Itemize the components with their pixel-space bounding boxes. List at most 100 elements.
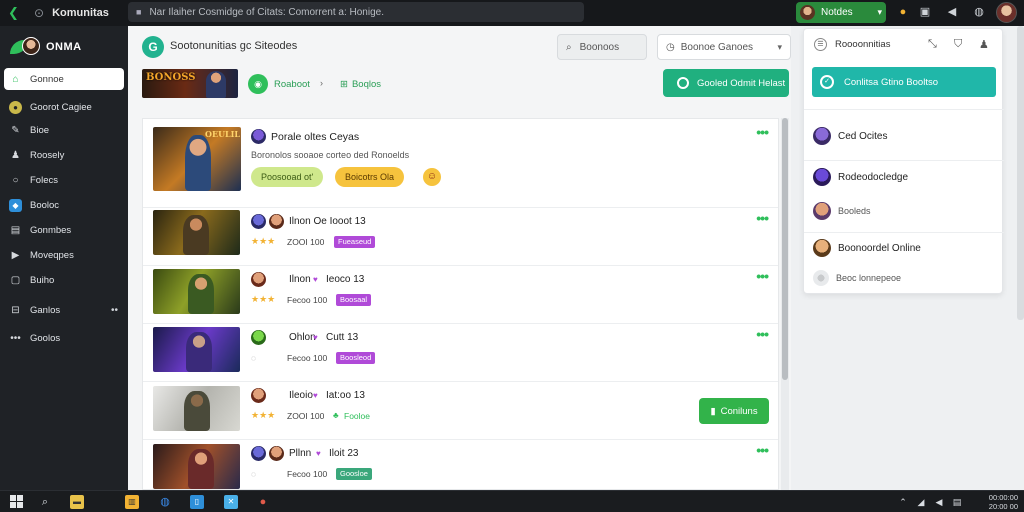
profile-avatar[interactable]: [996, 2, 1017, 23]
feed-scrollbar[interactable]: [781, 118, 789, 490]
search-button[interactable]: ⌕ Boonoos: [557, 34, 647, 60]
community-avatar: [813, 127, 831, 145]
post-thumbnail[interactable]: OEULIL: [153, 127, 241, 191]
community-item[interactable]: Rodeodocledge: [813, 168, 908, 186]
feed-card[interactable]: Ileoio ♥ Iat:oo 13 ★★★ ZOOI 100 ♣ Fooloe…: [143, 382, 778, 440]
rating-stars: ★★★: [251, 410, 276, 420]
more-options-icon[interactable]: •••: [756, 210, 769, 226]
coin-icon[interactable]: ●: [896, 5, 910, 19]
user-menu-button[interactable]: Notdes ▾: [796, 2, 886, 23]
folder-icon[interactable]: ▣: [918, 5, 932, 19]
sidebar-item-circle[interactable]: ○ Folecs: [4, 169, 124, 191]
post-thumbnail[interactable]: [153, 444, 240, 489]
post-title[interactable]: Ilnon: [289, 274, 311, 285]
post-title[interactable]: Pllnn: [289, 448, 311, 459]
author-avatar[interactable]: [269, 214, 284, 229]
more-options-icon[interactable]: •••: [756, 326, 769, 342]
more-options-icon[interactable]: •••: [756, 268, 769, 284]
notification-icon[interactable]: ▤: [950, 495, 964, 509]
featured-banner[interactable]: BONOSS: [142, 69, 238, 98]
breadcrumb-current[interactable]: ⊞ Boqlos: [340, 79, 381, 90]
banner-text: BONOSS: [146, 72, 196, 83]
feed-card[interactable]: Ohlon ♥ Cutt 13 ◌ Fecoo 100 Boosleod •••: [143, 324, 778, 382]
game-app-icon[interactable]: ●: [256, 495, 270, 509]
feed-card[interactable]: Ilnon Oe Iooot 13 ★★★ ZOOI 100 Fueaseud …: [143, 208, 778, 266]
feed-card[interactable]: Pllnn ♥ Iloit 23 ◌ Fecoo 100 Goosloe •••: [143, 440, 778, 489]
browser-icon[interactable]: ◍: [158, 495, 172, 509]
sidebar-item-video[interactable]: ▶ Moveqpes: [4, 244, 124, 266]
globe-icon[interactable]: ◍: [972, 5, 986, 19]
network-icon[interactable]: ◢: [914, 495, 928, 509]
shield-icon[interactable]: ⛉: [954, 38, 962, 51]
back-arrow-icon[interactable]: ⊙: [34, 6, 44, 20]
sidebar-item-user[interactable]: ♟ Roosely: [4, 144, 124, 166]
sidebar-item-more[interactable]: ••• Goolos: [4, 327, 124, 349]
community-item[interactable]: Booleds: [813, 202, 871, 220]
more-dots-icon[interactable]: ••: [111, 305, 118, 316]
post-title[interactable]: Ilnon Oe Iooot 13: [289, 216, 366, 227]
author-avatar[interactable]: [251, 272, 266, 287]
leaf-icon: ♣: [333, 410, 339, 420]
sound-icon[interactable]: ◀: [945, 5, 959, 19]
community-badge-icon[interactable]: ◉: [248, 74, 268, 94]
author-avatar[interactable]: [251, 446, 266, 461]
sidebar-item-badge[interactable]: ● Goorot Cagiee: [4, 96, 124, 118]
tag-pill-button[interactable]: Boicotrs Ola: [335, 167, 405, 187]
feed-card[interactable]: Ilnon ♥ Ieoco 13 ★★★ Fecoo 100 Boosaal •…: [143, 266, 778, 324]
post-thumbnail[interactable]: [153, 210, 240, 255]
primary-action-button[interactable]: Gooled Odmit Helast: [663, 69, 789, 97]
filter-dropdown[interactable]: ◷ Boonoe Ganoes ▾: [657, 34, 791, 60]
feed-card-featured[interactable]: OEULIL Porale oltes Ceyas Boronolos sooa…: [143, 119, 778, 208]
author-avatar[interactable]: [251, 129, 266, 144]
author-avatar[interactable]: [251, 388, 266, 403]
community-item[interactable]: Boonoordel Online: [813, 239, 921, 257]
post-subtitle: Iloit 23: [329, 448, 359, 459]
menu-icon[interactable]: ☰: [814, 38, 827, 51]
post-title[interactable]: Ileoio: [289, 390, 313, 401]
sidebar-item-pin[interactable]: ✎ Bioe: [4, 119, 124, 141]
search-icon[interactable]: ⌕: [38, 495, 52, 509]
author-avatar[interactable]: [251, 330, 266, 345]
join-button[interactable]: ✓ Conlitsa Gtino Booltso: [812, 67, 996, 97]
brand[interactable]: ONMA: [10, 36, 82, 58]
breadcrumb-link[interactable]: Roaboot: [274, 79, 310, 90]
windows-start-icon[interactable]: [10, 495, 24, 509]
author-avatar[interactable]: [269, 446, 284, 461]
user-icon[interactable]: ♟: [979, 38, 989, 51]
scrollbar-thumb[interactable]: [782, 118, 788, 380]
post-title[interactable]: Ohlon: [289, 332, 316, 343]
check-icon: ✓: [820, 75, 834, 89]
store-icon[interactable]: ▥: [125, 495, 139, 509]
file-explorer-icon[interactable]: ▬: [70, 495, 84, 509]
sidebar-item-app[interactable]: ◆ Booloc: [4, 194, 124, 216]
more-options-icon[interactable]: •••: [756, 442, 769, 458]
community-item[interactable]: Ced Ocites: [813, 127, 887, 145]
clock[interactable]: 00:00:00 20:00 00: [989, 493, 1018, 511]
post-title[interactable]: Porale oltes Ceyas: [271, 131, 359, 143]
circle-icon: [677, 77, 689, 89]
tag-pill-button[interactable]: Poosooad ot': [251, 167, 324, 187]
page-scrollbar[interactable]: [1017, 26, 1024, 320]
sidebar-item-bag[interactable]: ▢ Buiho: [4, 269, 124, 291]
sidebar-item-home[interactable]: ⌂ Gonnoe: [4, 68, 124, 90]
chevron-up-icon[interactable]: ⌃: [896, 495, 910, 509]
more-options-icon[interactable]: •••: [756, 124, 769, 140]
continue-button[interactable]: ▮ Coniluns: [699, 398, 769, 424]
address-bar[interactable]: ■ Nar Ilaiher Cosmidge of Citats: Comorr…: [128, 2, 584, 22]
author-avatar[interactable]: [251, 214, 266, 229]
post-thumbnail[interactable]: [153, 386, 240, 431]
post-thumbnail[interactable]: [153, 327, 240, 372]
continue-label: Coniluns: [720, 405, 758, 417]
mail-icon[interactable]: ▯: [190, 495, 204, 509]
post-thumbnail[interactable]: [153, 269, 240, 314]
speaker-icon[interactable]: ◀: [932, 495, 946, 509]
sidebar-item-gamepad[interactable]: ⊟ Ganlos ••: [4, 299, 124, 321]
emoji-reaction-icon[interactable]: ☺: [423, 168, 441, 186]
community-item[interactable]: Beoc lonnepeoe: [813, 270, 901, 286]
collapse-icon[interactable]: ⤡: [928, 38, 937, 51]
sidebar-item-document[interactable]: ▤ Gonmbes: [4, 219, 124, 241]
video-icon: ▶: [11, 249, 20, 261]
app-icon[interactable]: ✕: [224, 495, 238, 509]
search-icon: ⌕: [566, 41, 572, 53]
app-title: Komunitas: [52, 7, 109, 19]
